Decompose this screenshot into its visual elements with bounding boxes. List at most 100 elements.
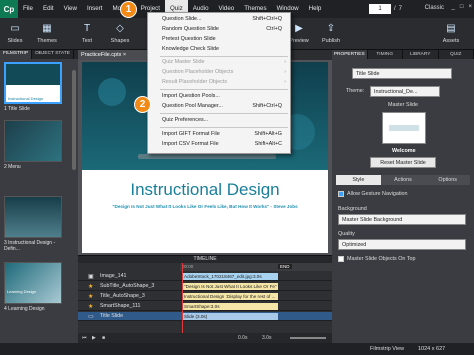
assets-button[interactable]: ▤ Assets <box>436 20 466 45</box>
timeline-bar[interactable]: Slide (3.0s) <box>182 313 278 320</box>
slide-pager: 1 / 7 <box>368 4 402 14</box>
timeline-playhead[interactable] <box>182 263 183 333</box>
tab-properties[interactable]: PROPERTIES <box>332 50 368 59</box>
slide-label: 4 Learning Design <box>4 306 45 312</box>
timeline-bar[interactable]: Instructional Design :Display for the re… <box>182 293 278 300</box>
menu-item-random-question-slide[interactable]: Random Question Slide Ctrl+Q <box>148 25 290 34</box>
ruler-end: END <box>278 264 292 269</box>
menu-item-label: Question Pool Manager... <box>162 103 223 109</box>
master-objects-on-top-checkbox[interactable] <box>338 256 344 262</box>
slide-thumbnail <box>4 120 62 162</box>
background-label: Background <box>338 206 367 212</box>
timeline-ruler[interactable]: 00:00 END <box>180 263 332 271</box>
master-slide-thumbnail[interactable] <box>382 112 426 144</box>
quality-dropdown[interactable]: Optimized <box>338 239 466 250</box>
reset-master-slide-button[interactable]: Reset Master Slide <box>370 157 436 168</box>
menu-separator <box>160 89 288 90</box>
current-slide-input[interactable]: 1 <box>368 4 391 14</box>
shapes-button[interactable]: ◇ Shapes <box>105 20 135 45</box>
tab-object-state[interactable]: OBJECT STATE <box>32 50 74 59</box>
menu-item-quiz-preferences[interactable]: Quiz Preferences... <box>148 116 290 125</box>
menu-item-import-csv-file[interactable]: Import CSV Format File Shift+Alt+C <box>148 140 290 149</box>
background-dropdown[interactable]: Master Slide Background <box>338 214 466 225</box>
thumbnail-caption: Instructional Design <box>8 96 44 101</box>
timeline-row[interactable]: ★ SmartShape_111 SmartShape:3.0s <box>78 302 332 311</box>
slides-button[interactable]: ▭ Slides <box>0 20 30 45</box>
chevron-right-icon: › <box>284 79 286 85</box>
view-mode: Filmstrip View <box>370 346 405 352</box>
tab-library[interactable]: LIBRARY <box>403 50 439 59</box>
workspace-mode-dropdown[interactable]: Classic <box>425 5 444 11</box>
tab-timing[interactable]: TIMING <box>368 50 403 59</box>
pager-separator: / <box>393 6 396 12</box>
text-button[interactable]: T Text <box>72 20 102 45</box>
assets-label: Assets <box>442 38 460 44</box>
allow-gesture-checkbox[interactable] <box>338 191 344 197</box>
tab-quiz[interactable]: QUIZ <box>439 50 474 59</box>
slides-label: Slides <box>7 38 23 44</box>
menu-item-import-gift-file[interactable]: Import GIFT Format File Shift+Alt+G <box>148 130 290 139</box>
text-icon: T <box>83 22 91 34</box>
maximize-icon[interactable]: □ <box>460 4 464 10</box>
slide-name-field[interactable]: Title Slide <box>352 68 452 79</box>
timeline-row[interactable]: ▣ Image_141 AdobeStock_170218467_edit.jp… <box>78 272 332 281</box>
star-icon: ★ <box>88 304 94 310</box>
filmstrip-slide-2[interactable]: 2 Menu <box>4 120 62 170</box>
step-badge-1: 1 <box>120 1 137 18</box>
close-icon[interactable]: × <box>468 4 472 10</box>
assets-icon: ▤ <box>446 22 456 34</box>
shapes-icon: ◇ <box>116 22 124 34</box>
slide-label: 2 Menu <box>4 164 21 170</box>
timeline-row[interactable]: ▭ Title Slide Slide (3.0s) <box>78 312 332 321</box>
timeline-bar[interactable]: "Design Is Not Just What It Looks Like O… <box>182 283 278 290</box>
publish-icon: ⇪ <box>326 22 336 34</box>
tab-filmstrip[interactable]: FILMSTRIP <box>0 50 33 59</box>
subtab-actions[interactable]: Actions <box>380 175 426 185</box>
zoom-slider[interactable] <box>290 337 326 339</box>
menu-view[interactable]: View <box>59 0 82 18</box>
slide-title[interactable]: Instructional Design <box>82 180 328 200</box>
menu-item-question-pool-manager[interactable]: Question Pool Manager... Shift+Ctrl+Q <box>148 102 290 111</box>
slide-subtitle[interactable]: "Design Is Not Just What It Looks Like O… <box>82 204 328 209</box>
timeline-bar[interactable]: SmartShape:3.0s <box>182 303 278 310</box>
filmstrip-slide-3[interactable]: 3 Instructional Design - Defin... <box>4 196 62 252</box>
document-tab[interactable]: PracticeFile.cptx × <box>78 50 147 60</box>
play-icon: ▶ <box>295 22 303 34</box>
slides-icon: ▭ <box>10 22 20 34</box>
filmstrip-scrollbar[interactable] <box>72 70 76 170</box>
menu-item-pretest-question-slide[interactable]: Pretest Question Slide <box>148 35 290 44</box>
menu-separator <box>160 56 288 57</box>
slide-thumbnail: Learning Design <box>4 262 62 304</box>
timeline-row[interactable]: ★ Title_AutoShape_3 Instructional Design… <box>78 292 332 301</box>
filmstrip-slide-1[interactable]: Instructional Design 1 Title Slide <box>4 62 62 112</box>
menu-edit[interactable]: Edit <box>38 0 59 18</box>
subtab-style[interactable]: Style <box>336 175 381 185</box>
stop-icon[interactable]: ■ <box>102 335 105 341</box>
themes-button[interactable]: ▦ Themes <box>32 20 62 45</box>
menu-help[interactable]: Help <box>304 0 327 18</box>
filmstrip-slide-4[interactable]: Learning Design 4 Learning Design <box>4 262 62 312</box>
timeline-row[interactable]: ★ SubTitle_AutoShape_3 "Design Is Not Ju… <box>78 282 332 291</box>
menu-item-question-slide[interactable]: Question Slide... Shift+Ctrl+Q <box>148 15 290 24</box>
minimize-icon[interactable]: _ <box>452 4 455 10</box>
menu-item-result-placeholder-objects: Result Placeholder Objects › <box>148 78 290 87</box>
rewind-icon[interactable]: ⏮ <box>82 335 87 341</box>
theme-dropdown[interactable]: Instructional_De... <box>370 86 440 97</box>
menu-item-import-question-pools[interactable]: Import Question Pools... <box>148 92 290 101</box>
duration: 3.0s <box>262 335 272 341</box>
menu-item-question-placeholder-objects: Question Placeholder Objects › <box>148 68 290 77</box>
play-icon[interactable]: ▶ <box>92 335 96 341</box>
timeline-controls: ⏮ ▶ ■ 0.0s 3.0s <box>78 333 332 343</box>
timeline-bar[interactable]: AdobeStock_170218467_edit.jpg:3.0s <box>182 273 278 280</box>
menu-item-label: Question Placeholder Objects <box>162 69 234 75</box>
menu-insert[interactable]: Insert <box>82 0 107 18</box>
menu-item-knowledge-check-slide[interactable]: Knowledge Check Slide <box>148 45 290 54</box>
publish-button[interactable]: ⇪ Publish <box>316 20 346 45</box>
current-time: 0.0s <box>238 335 248 341</box>
preview-label: Preview <box>289 38 309 44</box>
menu-item-quiz-master-slide: Quiz Master Slide › <box>148 58 290 67</box>
timeline-row-name: Title_AutoShape_3 <box>100 293 145 299</box>
menu-file[interactable]: File <box>18 0 38 18</box>
star-icon: ★ <box>88 284 94 290</box>
subtab-options[interactable]: Options <box>425 175 471 185</box>
